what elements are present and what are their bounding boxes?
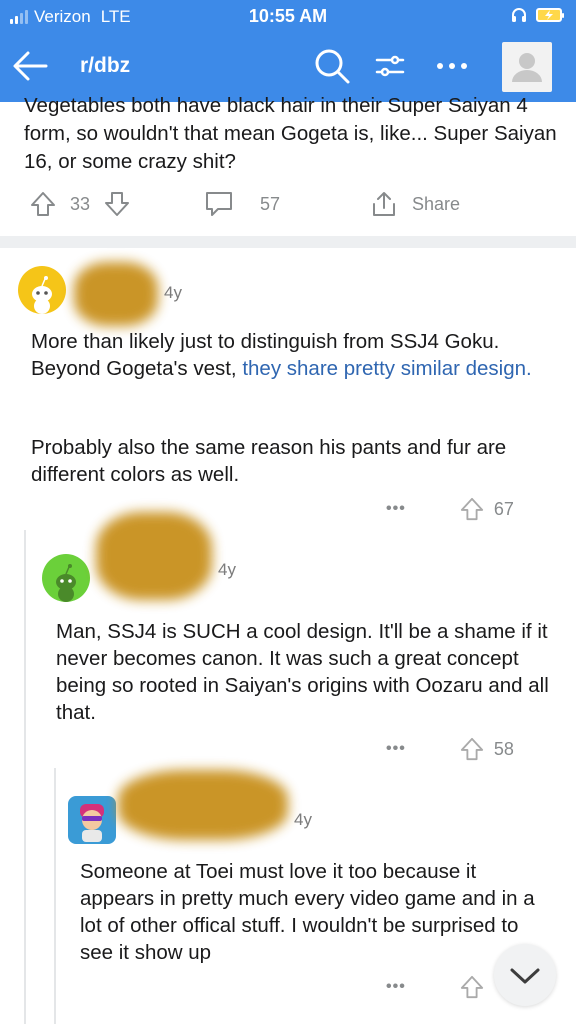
search-icon bbox=[315, 49, 350, 84]
subreddit-title[interactable]: r/dbz bbox=[80, 54, 130, 78]
back-button[interactable] bbox=[10, 48, 50, 84]
upvote-icon[interactable] bbox=[460, 736, 484, 762]
upvote-icon[interactable] bbox=[460, 496, 484, 522]
search-button[interactable] bbox=[312, 46, 352, 86]
battery-icon bbox=[536, 8, 564, 22]
comment-1-paragraph-2: Probably also the same reason his pants … bbox=[31, 436, 507, 486]
post-share-button[interactable]: Share bbox=[370, 190, 460, 218]
comment-1-header bbox=[18, 266, 66, 314]
comment-2-body: Man, SSJ4 is SUCH a cool design. It'll b… bbox=[56, 620, 549, 724]
filter-button[interactable] bbox=[374, 50, 406, 82]
thread-line-1 bbox=[24, 530, 26, 1024]
comment-1-actions: ••• 67 bbox=[386, 496, 514, 522]
headphones-icon bbox=[512, 8, 526, 22]
comment-3-username-redacted bbox=[118, 770, 288, 840]
snoo-avatar-icon bbox=[32, 276, 52, 314]
comment-2-header bbox=[42, 554, 90, 602]
comment-icon bbox=[206, 192, 232, 216]
comment-3-more-button[interactable]: ••• bbox=[386, 978, 406, 996]
app-header: Verizon LTE 10:55 AM r/dbz bbox=[0, 0, 576, 102]
nav-bar: r/dbz bbox=[0, 36, 576, 98]
share-icon bbox=[373, 192, 395, 216]
comment-3-actions: ••• bbox=[386, 974, 484, 1000]
user-avatar-button[interactable] bbox=[502, 42, 552, 92]
comment-1-username-redacted bbox=[74, 262, 158, 326]
comment-1-more-button[interactable]: ••• bbox=[386, 500, 406, 518]
chevron-down-icon bbox=[510, 968, 540, 984]
comment-3-body: Someone at Toei must love it too because… bbox=[80, 860, 535, 964]
comment-2-more-button[interactable]: ••• bbox=[386, 740, 406, 758]
post-comment-count: 57 bbox=[260, 193, 281, 214]
status-right bbox=[510, 6, 564, 24]
comment-1-body: More than likely just to distinguish fro… bbox=[31, 328, 551, 382]
comment-1-age: 4y bbox=[164, 283, 182, 302]
more-icon bbox=[437, 63, 467, 69]
snoo-avatar-icon bbox=[56, 564, 76, 602]
comment-1-avatar[interactable] bbox=[18, 266, 66, 314]
comment-2-username-redacted bbox=[96, 512, 212, 600]
scroll-down-button[interactable] bbox=[494, 944, 556, 1006]
status-time: 10:55 AM bbox=[248, 6, 328, 26]
comment-3-avatar[interactable] bbox=[68, 796, 116, 844]
comment-2-avatar[interactable] bbox=[42, 554, 90, 602]
post-body-text: Vegetables both have black hair in their… bbox=[24, 94, 557, 173]
post-action-bar: 33 57 Share bbox=[0, 186, 576, 226]
comment-2-votes: 58 bbox=[493, 738, 514, 759]
comment-3-age: 4y bbox=[294, 810, 312, 829]
user-avatar-icon bbox=[512, 53, 542, 82]
upvote-icon[interactable] bbox=[460, 974, 484, 1000]
downvote-icon[interactable] bbox=[104, 190, 130, 218]
comment-1-votes: 67 bbox=[493, 498, 514, 519]
avatar-character-icon bbox=[80, 804, 104, 842]
filter-icon bbox=[375, 55, 405, 77]
section-divider bbox=[0, 236, 576, 248]
thread-line-2 bbox=[54, 768, 56, 1024]
comment-2-age: 4y bbox=[218, 560, 236, 579]
post-vote-group: 33 bbox=[30, 190, 130, 218]
comment-3-header bbox=[68, 796, 116, 844]
share-label: Share bbox=[412, 193, 461, 214]
post-vote-count: 33 bbox=[70, 193, 91, 214]
comment-2-actions: ••• 58 bbox=[386, 736, 514, 762]
status-bar: Verizon LTE 10:55 AM bbox=[0, 0, 576, 34]
post-comments-button[interactable]: 57 bbox=[204, 190, 280, 218]
upvote-icon[interactable] bbox=[30, 190, 56, 218]
back-arrow-icon bbox=[13, 51, 48, 81]
more-options-button[interactable] bbox=[434, 50, 470, 82]
comment-1-link[interactable]: they share pretty similar design. bbox=[242, 357, 531, 380]
